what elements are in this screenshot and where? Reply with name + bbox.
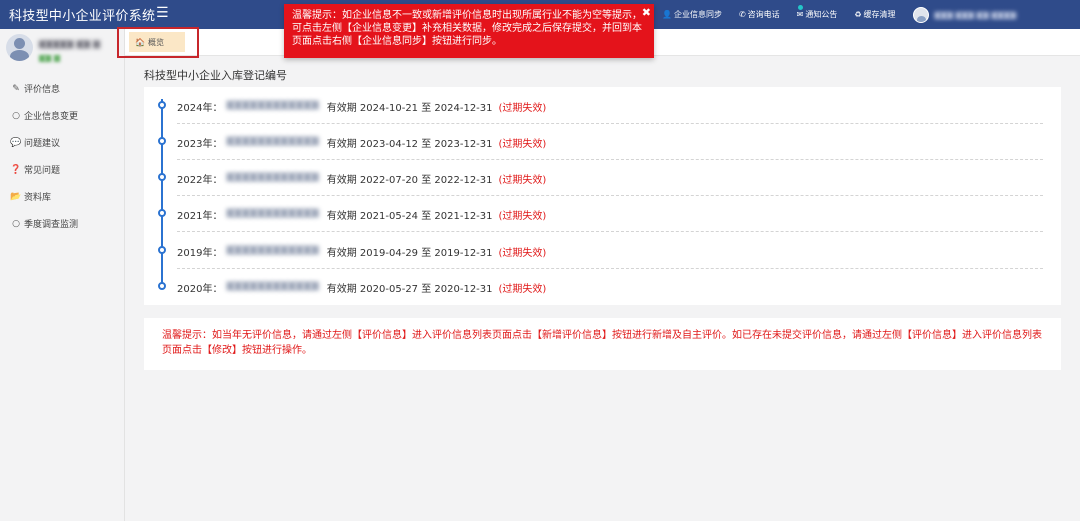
- sidebar-item-quarterly-survey[interactable]: ○ 季度调查监测: [0, 210, 124, 237]
- page-title: 科技型中小企业入库登记编号: [144, 69, 287, 82]
- sidebar-item-label: 常见问题: [24, 166, 61, 176]
- status-badge: (过期失效): [498, 103, 547, 114]
- status-badge: (过期失效): [498, 175, 547, 186]
- hotline-label: 咨询电话: [747, 10, 780, 19]
- recycle-icon: ♻: [854, 10, 862, 19]
- record-year: 2022年：: [177, 175, 223, 186]
- notice-label: 通知公告: [805, 10, 838, 19]
- question-icon: ❓: [10, 164, 22, 175]
- record-code: ▆▆▆▆▆▆▆▆▆▆▆▆: [226, 135, 319, 146]
- record-code: ▆▆▆▆▆▆▆▆▆▆▆▆: [226, 171, 319, 182]
- record-code: ▆▆▆▆▆▆▆▆▆▆▆▆: [226, 99, 319, 110]
- profile-subtitle: ▆▆ ▆: [39, 53, 60, 62]
- sidebar-item-label: 问题建议: [24, 139, 61, 149]
- profile: ▆▆▆▆▆ ▆▆ ▆ ▆▆ ▆: [6, 34, 121, 70]
- notification-dot: [797, 5, 803, 10]
- record-year: 2021年：: [177, 211, 223, 222]
- list-item: 2019年： ▆▆▆▆▆▆▆▆▆▆▆▆ 有效期 2019-04-29 至 201…: [144, 233, 1061, 269]
- record-year: 2019年：: [177, 248, 223, 259]
- sync-enterprise-info-label: 企业信息同步: [673, 10, 722, 19]
- sidebar-item-enterprise-change[interactable]: ○ 企业信息变更: [0, 102, 124, 129]
- record-year: 2020年：: [177, 284, 223, 295]
- sidebar-item-evaluation-info[interactable]: ✎ 评价信息: [0, 75, 124, 102]
- highlight-box: [117, 27, 199, 58]
- record-validity: 有效期 2022-07-20 至 2022-12-31: [326, 175, 493, 186]
- record-code: ▆▆▆▆▆▆▆▆▆▆▆▆: [226, 280, 319, 291]
- warning-toast: 温馨提示：如企业信息不一致或新增评价信息时出现所属行业不能为空等提示，可点击左侧…: [284, 4, 654, 58]
- timeline-dot-icon: [158, 282, 166, 290]
- comment-icon: 💬: [10, 137, 22, 148]
- sidebar-item-faq[interactable]: ❓ 常见问题: [0, 156, 124, 183]
- tip-text: 温馨提示：如当年无评价信息，请通过左侧【评价信息】进入评价信息列表页面点击【新增…: [162, 330, 1042, 356]
- status-badge: (过期失效): [498, 284, 547, 295]
- notice-button[interactable]: ✉ 通知公告: [796, 5, 838, 20]
- list-item: 2020年： ▆▆▆▆▆▆▆▆▆▆▆▆ 有效期 2020-05-27 至 202…: [144, 269, 1061, 305]
- list-item: 2023年： ▆▆▆▆▆▆▆▆▆▆▆▆ 有效期 2023-04-12 至 202…: [144, 124, 1061, 160]
- user-menu[interactable]: ▆▆▆ ▆▆▆ ▆▆ ▆▆▆▆: [912, 6, 1017, 23]
- record-validity: 有效期 2023-04-12 至 2023-12-31: [326, 139, 493, 150]
- record-code: ▆▆▆▆▆▆▆▆▆▆▆▆: [226, 207, 319, 218]
- sidebar-item-label: 季度调查监测: [24, 220, 79, 230]
- top-nav: 👤 企业信息同步 ✆ 咨询电话 ✉ 通知公告 ♻ 缓存清理 ▆▆▆ ▆▆▆ ▆▆…: [662, 0, 1016, 29]
- circle-icon: ○: [12, 110, 20, 121]
- divider: [177, 231, 1043, 232]
- phone-icon: ✆: [738, 10, 746, 19]
- clear-cache-label: 缓存清理: [863, 10, 896, 19]
- status-badge: (过期失效): [498, 211, 547, 222]
- timeline-dot-icon: [158, 101, 166, 109]
- sync-enterprise-info-button[interactable]: 👤 企业信息同步: [662, 9, 722, 20]
- profile-name: ▆▆▆▆▆ ▆▆ ▆: [39, 39, 101, 49]
- clear-cache-button[interactable]: ♻ 缓存清理: [854, 9, 895, 20]
- edit-icon: ✎: [12, 83, 20, 94]
- hotline-button[interactable]: ✆ 咨询电话: [739, 9, 780, 20]
- record-validity: 有效期 2021-05-24 至 2021-12-31: [326, 211, 493, 222]
- status-badge: (过期失效): [498, 248, 547, 259]
- record-year: 2023年：: [177, 139, 223, 150]
- user-icon: 👤: [662, 10, 672, 19]
- list-item: 2022年： ▆▆▆▆▆▆▆▆▆▆▆▆ 有效期 2022-07-20 至 202…: [144, 160, 1061, 196]
- record-validity: 有效期 2024-10-21 至 2024-12-31: [326, 103, 493, 114]
- sidebar: ▆▆▆▆▆ ▆▆ ▆ ▆▆ ▆ ✎ 评价信息 ○ 企业信息变更 💬 问题建议 ❓…: [0, 29, 125, 521]
- sidebar-item-label: 评价信息: [24, 85, 61, 95]
- circle-icon: ○: [12, 218, 20, 229]
- registration-records-card: 2024年： ▆▆▆▆▆▆▆▆▆▆▆▆ 有效期 2024-10-21 至 202…: [144, 87, 1061, 305]
- record-validity: 有效期 2020-05-27 至 2020-12-31: [326, 284, 493, 295]
- timeline-dot-icon: [158, 209, 166, 217]
- user-name: ▆▆▆ ▆▆▆ ▆▆ ▆▆▆▆: [934, 10, 1017, 19]
- list-item: 2024年： ▆▆▆▆▆▆▆▆▆▆▆▆ 有效期 2024-10-21 至 202…: [144, 88, 1061, 124]
- status-badge: (过期失效): [498, 139, 547, 150]
- folder-icon: 📂: [10, 191, 22, 202]
- app-title: 科技型中小企业评价系统: [9, 9, 156, 24]
- timeline-dot-icon: [158, 137, 166, 145]
- list-item: 2021年： ▆▆▆▆▆▆▆▆▆▆▆▆ 有效期 2021-05-24 至 202…: [144, 196, 1061, 232]
- mail-icon: ✉: [796, 10, 804, 19]
- sidebar-item-library[interactable]: 📂 资料库: [0, 183, 124, 210]
- menu-toggle-icon[interactable]: ☰: [156, 6, 169, 20]
- record-code: ▆▆▆▆▆▆▆▆▆▆▆▆: [226, 244, 319, 255]
- avatar: [912, 6, 929, 23]
- tip-card: 温馨提示：如当年无评价信息，请通过左侧【评价信息】进入评价信息列表页面点击【新增…: [144, 318, 1061, 370]
- record-validity: 有效期 2019-04-29 至 2019-12-31: [326, 248, 493, 259]
- sidebar-item-label: 资料库: [24, 193, 52, 203]
- record-year: 2024年：: [177, 103, 223, 114]
- sidebar-item-label: 企业信息变更: [24, 112, 79, 122]
- timeline-dot-icon: [158, 173, 166, 181]
- avatar[interactable]: [6, 34, 33, 61]
- close-icon[interactable]: ✖: [642, 6, 651, 19]
- sidebar-menu: ✎ 评价信息 ○ 企业信息变更 💬 问题建议 ❓ 常见问题 📂 资料库 ○ 季度…: [0, 75, 124, 237]
- timeline-dot-icon: [158, 246, 166, 254]
- sidebar-item-suggestions[interactable]: 💬 问题建议: [0, 129, 124, 156]
- toast-message: 温馨提示：如企业信息不一致或新增评价信息时出现所属行业不能为空等提示，可点击左侧…: [292, 10, 642, 47]
